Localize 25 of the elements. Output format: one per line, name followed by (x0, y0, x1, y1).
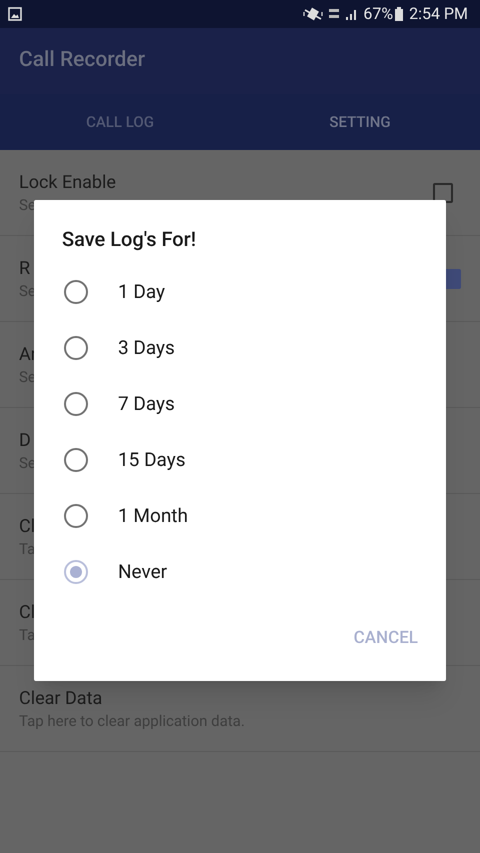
setting-title: Cl (19, 514, 36, 538)
radio-button[interactable] (64, 392, 88, 416)
setting-title: Cl (19, 600, 36, 624)
option-label[interactable]: 1 Month (118, 502, 188, 530)
radio-button[interactable] (64, 448, 88, 472)
option-label[interactable]: 3 Days (118, 334, 175, 362)
option-label[interactable]: 7 Days (118, 390, 175, 418)
battery-icon (395, 7, 404, 21)
dialog-title: Save Log's For! (62, 226, 196, 253)
radio-button[interactable] (64, 504, 88, 528)
setting-title: Clear Data (19, 686, 102, 710)
radio-button[interactable] (64, 336, 88, 360)
option-label[interactable]: Never (118, 558, 168, 586)
radio-button[interactable] (64, 280, 88, 304)
option-label[interactable]: 1 Day (118, 278, 166, 306)
clock: 2:54 PM (409, 3, 468, 25)
option-label[interactable]: 15 Days (118, 446, 186, 474)
battery-percent: 67% (363, 3, 394, 25)
radio-button[interactable] (64, 560, 88, 584)
setting-title: Lock Enable (19, 170, 116, 194)
gallery-icon (8, 7, 22, 21)
app-title: Call Recorder (19, 47, 146, 74)
setting-title: D (19, 428, 31, 452)
vibrate-mute-icon (303, 7, 324, 21)
setting-title: R (19, 256, 30, 280)
